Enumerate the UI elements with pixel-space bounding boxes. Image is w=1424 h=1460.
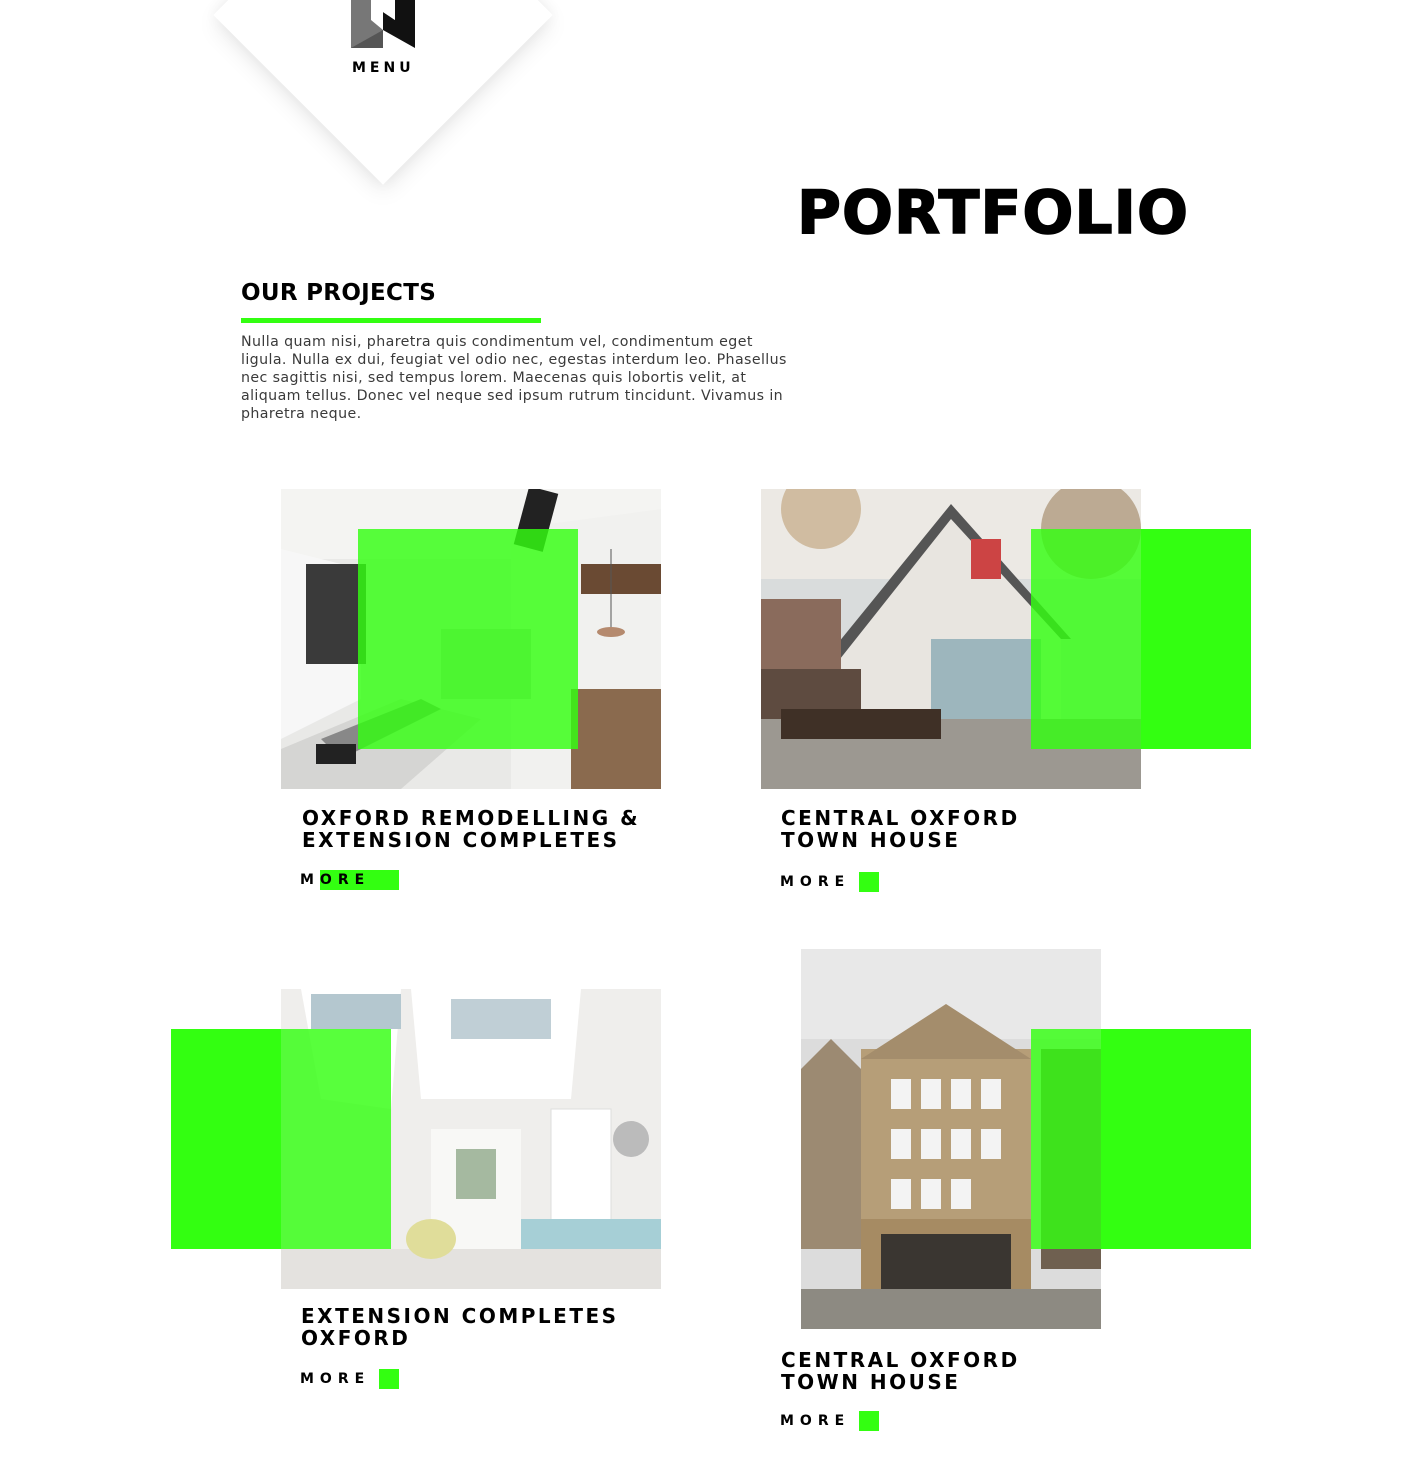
project-title-line: EXTENSION COMPLETES — [301, 1304, 619, 1328]
project-title-line: CENTRAL OXFORD — [781, 1348, 1020, 1372]
project-title[interactable]: OXFORD REMODELLING & EXTENSION COMPLETES — [302, 807, 640, 851]
intro-paragraph: Nulla quam nisi, pharetra quis condiment… — [241, 334, 787, 422]
project-title-line: OXFORD REMODELLING & — [302, 806, 641, 830]
project-title-line: TOWN HOUSE — [781, 828, 961, 852]
more-square-icon[interactable] — [859, 1411, 879, 1431]
more-link[interactable]: MORE — [300, 872, 370, 888]
project-title-line: EXTENSION COMPLETES — [302, 828, 620, 852]
project-title-line: OXFORD — [301, 1326, 411, 1350]
accent-block — [1031, 1029, 1101, 1249]
project-title[interactable]: CENTRAL OXFORD TOWN HOUSE — [781, 807, 1020, 851]
more-link[interactable]: MORE — [780, 1413, 850, 1429]
menu-button[interactable]: MENU — [352, 60, 415, 76]
accent-block — [1141, 529, 1251, 749]
accent-block — [358, 529, 578, 749]
more-link[interactable]: MORE — [300, 1371, 370, 1387]
w-ribbon-logo-icon[interactable] — [351, 0, 415, 48]
accent-block — [281, 1029, 391, 1249]
more-square-icon[interactable] — [859, 872, 879, 892]
project-title-line: CENTRAL OXFORD — [781, 806, 1020, 830]
more-link[interactable]: MORE — [780, 874, 850, 890]
project-title[interactable]: CENTRAL OXFORD TOWN HOUSE — [781, 1349, 1020, 1393]
accent-block — [171, 1029, 281, 1249]
page-title: PORTFOLIO — [796, 177, 1189, 249]
section-heading: OUR PROJECTS — [241, 280, 437, 306]
section-underline — [241, 318, 541, 323]
more-square-icon[interactable] — [379, 1369, 399, 1389]
project-title[interactable]: EXTENSION COMPLETES OXFORD — [301, 1305, 619, 1349]
project-title-line: TOWN HOUSE — [781, 1370, 961, 1394]
accent-block — [1031, 529, 1141, 749]
accent-block — [1101, 1029, 1251, 1249]
